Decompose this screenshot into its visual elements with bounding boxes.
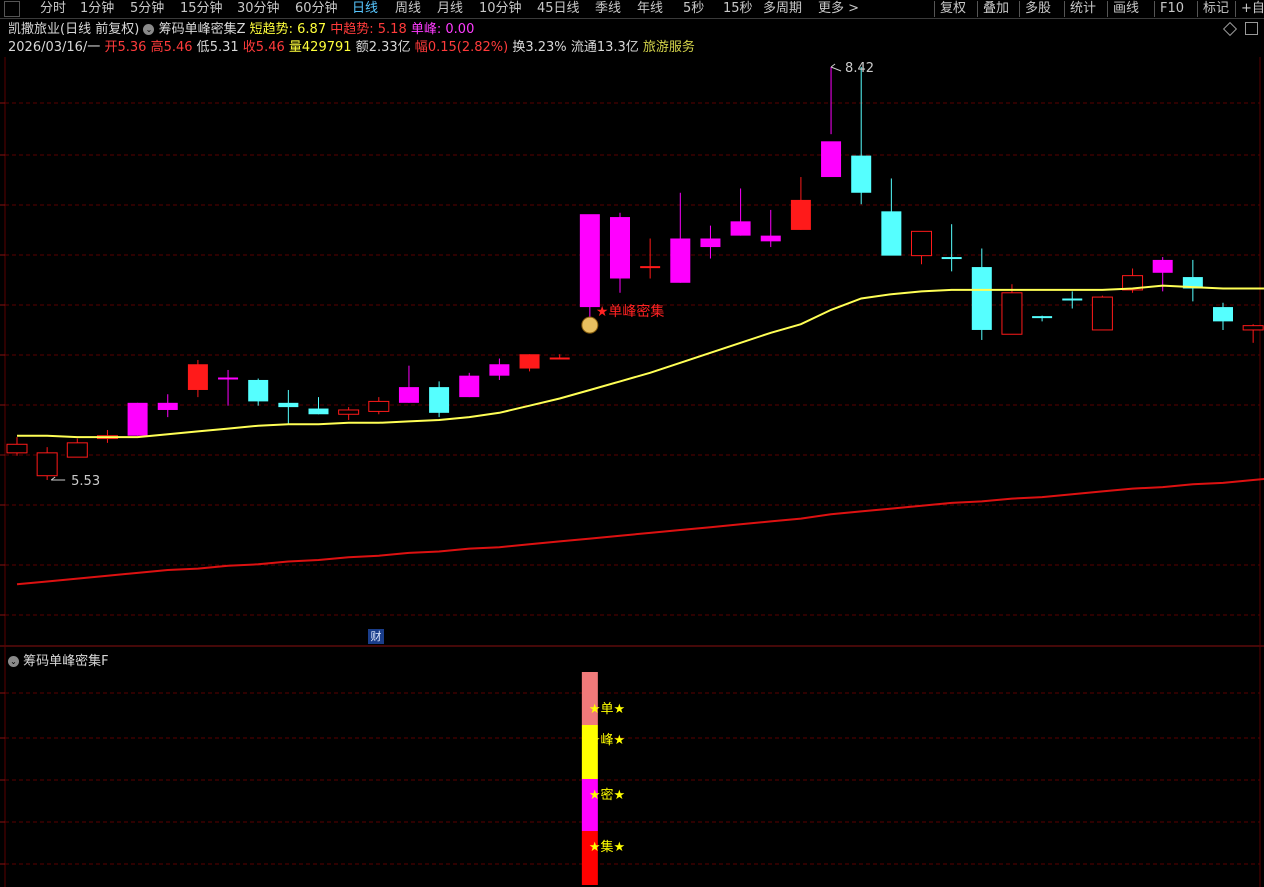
- short-trend-value: 6.87: [297, 22, 327, 37]
- candle-body: [1091, 296, 1113, 331]
- candle-body: [760, 235, 781, 242]
- candle-body: [338, 409, 360, 415]
- stock-name[interactable]: 凯撒旅业(日线 前复权): [8, 22, 139, 37]
- candle-body: [127, 402, 148, 436]
- sub-indicator-header: ⌄ 筹码单峰密集F: [8, 650, 109, 669]
- candle-body: [821, 141, 842, 178]
- candle-body: [1213, 307, 1233, 322]
- amount-value: 2.33亿: [368, 40, 411, 55]
- short-trend-label: 短趋势:: [249, 22, 293, 37]
- low-label: 低: [196, 40, 210, 55]
- signal-label: ★单峰密集: [596, 303, 665, 320]
- turnover-label: 换: [512, 40, 526, 55]
- candle-body: [248, 379, 269, 402]
- candle-body: [6, 443, 28, 454]
- candle-body: [278, 402, 299, 408]
- volume-value: 429791: [301, 40, 352, 55]
- open-value: 5.36: [117, 40, 147, 55]
- high-marker-arrow: [830, 63, 842, 72]
- volume-label: 量: [288, 40, 302, 55]
- indicator-name[interactable]: 筹码单峰密集Z: [159, 22, 246, 37]
- candle-body: [459, 375, 480, 398]
- candle-body: [790, 199, 811, 230]
- candle-body: [1001, 292, 1023, 335]
- sub-indicator-name[interactable]: 筹码单峰密集F: [23, 654, 108, 669]
- sector-link[interactable]: 旅游服务: [643, 40, 695, 55]
- candle-body: [730, 221, 751, 236]
- candle-body: [1152, 259, 1173, 273]
- candle-body: [670, 238, 691, 283]
- mid-trend-line: [16, 477, 1264, 586]
- high-value: 5.46: [163, 40, 193, 55]
- candle-body: [911, 230, 932, 257]
- indicator-header: 凯撒旅业(日线 前复权) ⌄ 筹码单峰密集Z 短趋势: 6.87 中趋势: 5.…: [8, 21, 474, 38]
- sub-bar-segment: [581, 779, 598, 831]
- candle-body: [881, 211, 902, 256]
- candle-body: [36, 452, 58, 477]
- low-value: 5.31: [209, 40, 239, 55]
- high-label: 高: [150, 40, 164, 55]
- low-marker-arrow: [50, 476, 66, 481]
- candle-body: [1242, 325, 1264, 331]
- single-peak-label: 单峰:: [410, 22, 442, 37]
- candle-body: [489, 364, 510, 376]
- candle-body: [187, 364, 208, 390]
- candle-body: [700, 238, 721, 248]
- candle-body: [610, 217, 630, 279]
- sub-bar-label: ★密★: [589, 787, 625, 803]
- candle-body: [429, 387, 450, 413]
- candle-body: [519, 354, 540, 369]
- high-marker-label: 8.42: [845, 61, 874, 76]
- candle-body: [941, 257, 962, 260]
- change-value: 0.15(2.82%): [427, 40, 509, 55]
- quote-info: 2026/03/16/一 开5.36 高5.46 低5.31 收5.46 量42…: [8, 39, 695, 56]
- sub-indicator-dropdown-icon[interactable]: ⌄: [8, 656, 19, 667]
- float-value: 13.3亿: [596, 40, 639, 55]
- candle-body: [398, 387, 419, 403]
- finance-badge[interactable]: 财: [368, 629, 384, 644]
- quote-date: 2026/03/16/一: [8, 40, 101, 55]
- sub-bar-segment: [581, 672, 598, 725]
- float-label: 流通: [570, 40, 597, 55]
- close-value: 5.46: [255, 40, 285, 55]
- open-label: 开: [104, 40, 118, 55]
- candle-body: [368, 400, 390, 412]
- candle-body: [971, 267, 992, 330]
- candle-body: [157, 402, 178, 410]
- turnover-value: 3.23%: [525, 40, 567, 55]
- close-label: 收: [242, 40, 256, 55]
- change-label: 幅: [414, 40, 428, 55]
- sub-bar-label: ★集★: [589, 839, 625, 855]
- window-icon[interactable]: [1245, 22, 1258, 35]
- candle-body: [308, 408, 329, 415]
- mid-trend-label: 中趋势:: [330, 22, 374, 37]
- single-peak-value: 0.00: [445, 22, 475, 37]
- candle-body: [66, 442, 88, 458]
- sub-bar-label: ★峰★: [589, 733, 625, 748]
- kline-chart: 8.42 5.53 ★单峰密集 ★单★ ★峰★ ★密★ ★集★: [0, 57, 1264, 887]
- candle-body: [1062, 298, 1083, 301]
- mid-trend-value: 5.18: [377, 22, 407, 37]
- low-marker-label: 5.53: [71, 474, 100, 489]
- sub-bar-label: ★单★: [589, 702, 625, 717]
- amount-label: 额: [355, 40, 369, 55]
- indicator-dropdown-icon[interactable]: ⌄: [143, 24, 155, 35]
- candle-body: [579, 214, 600, 308]
- candle-body: [851, 155, 872, 193]
